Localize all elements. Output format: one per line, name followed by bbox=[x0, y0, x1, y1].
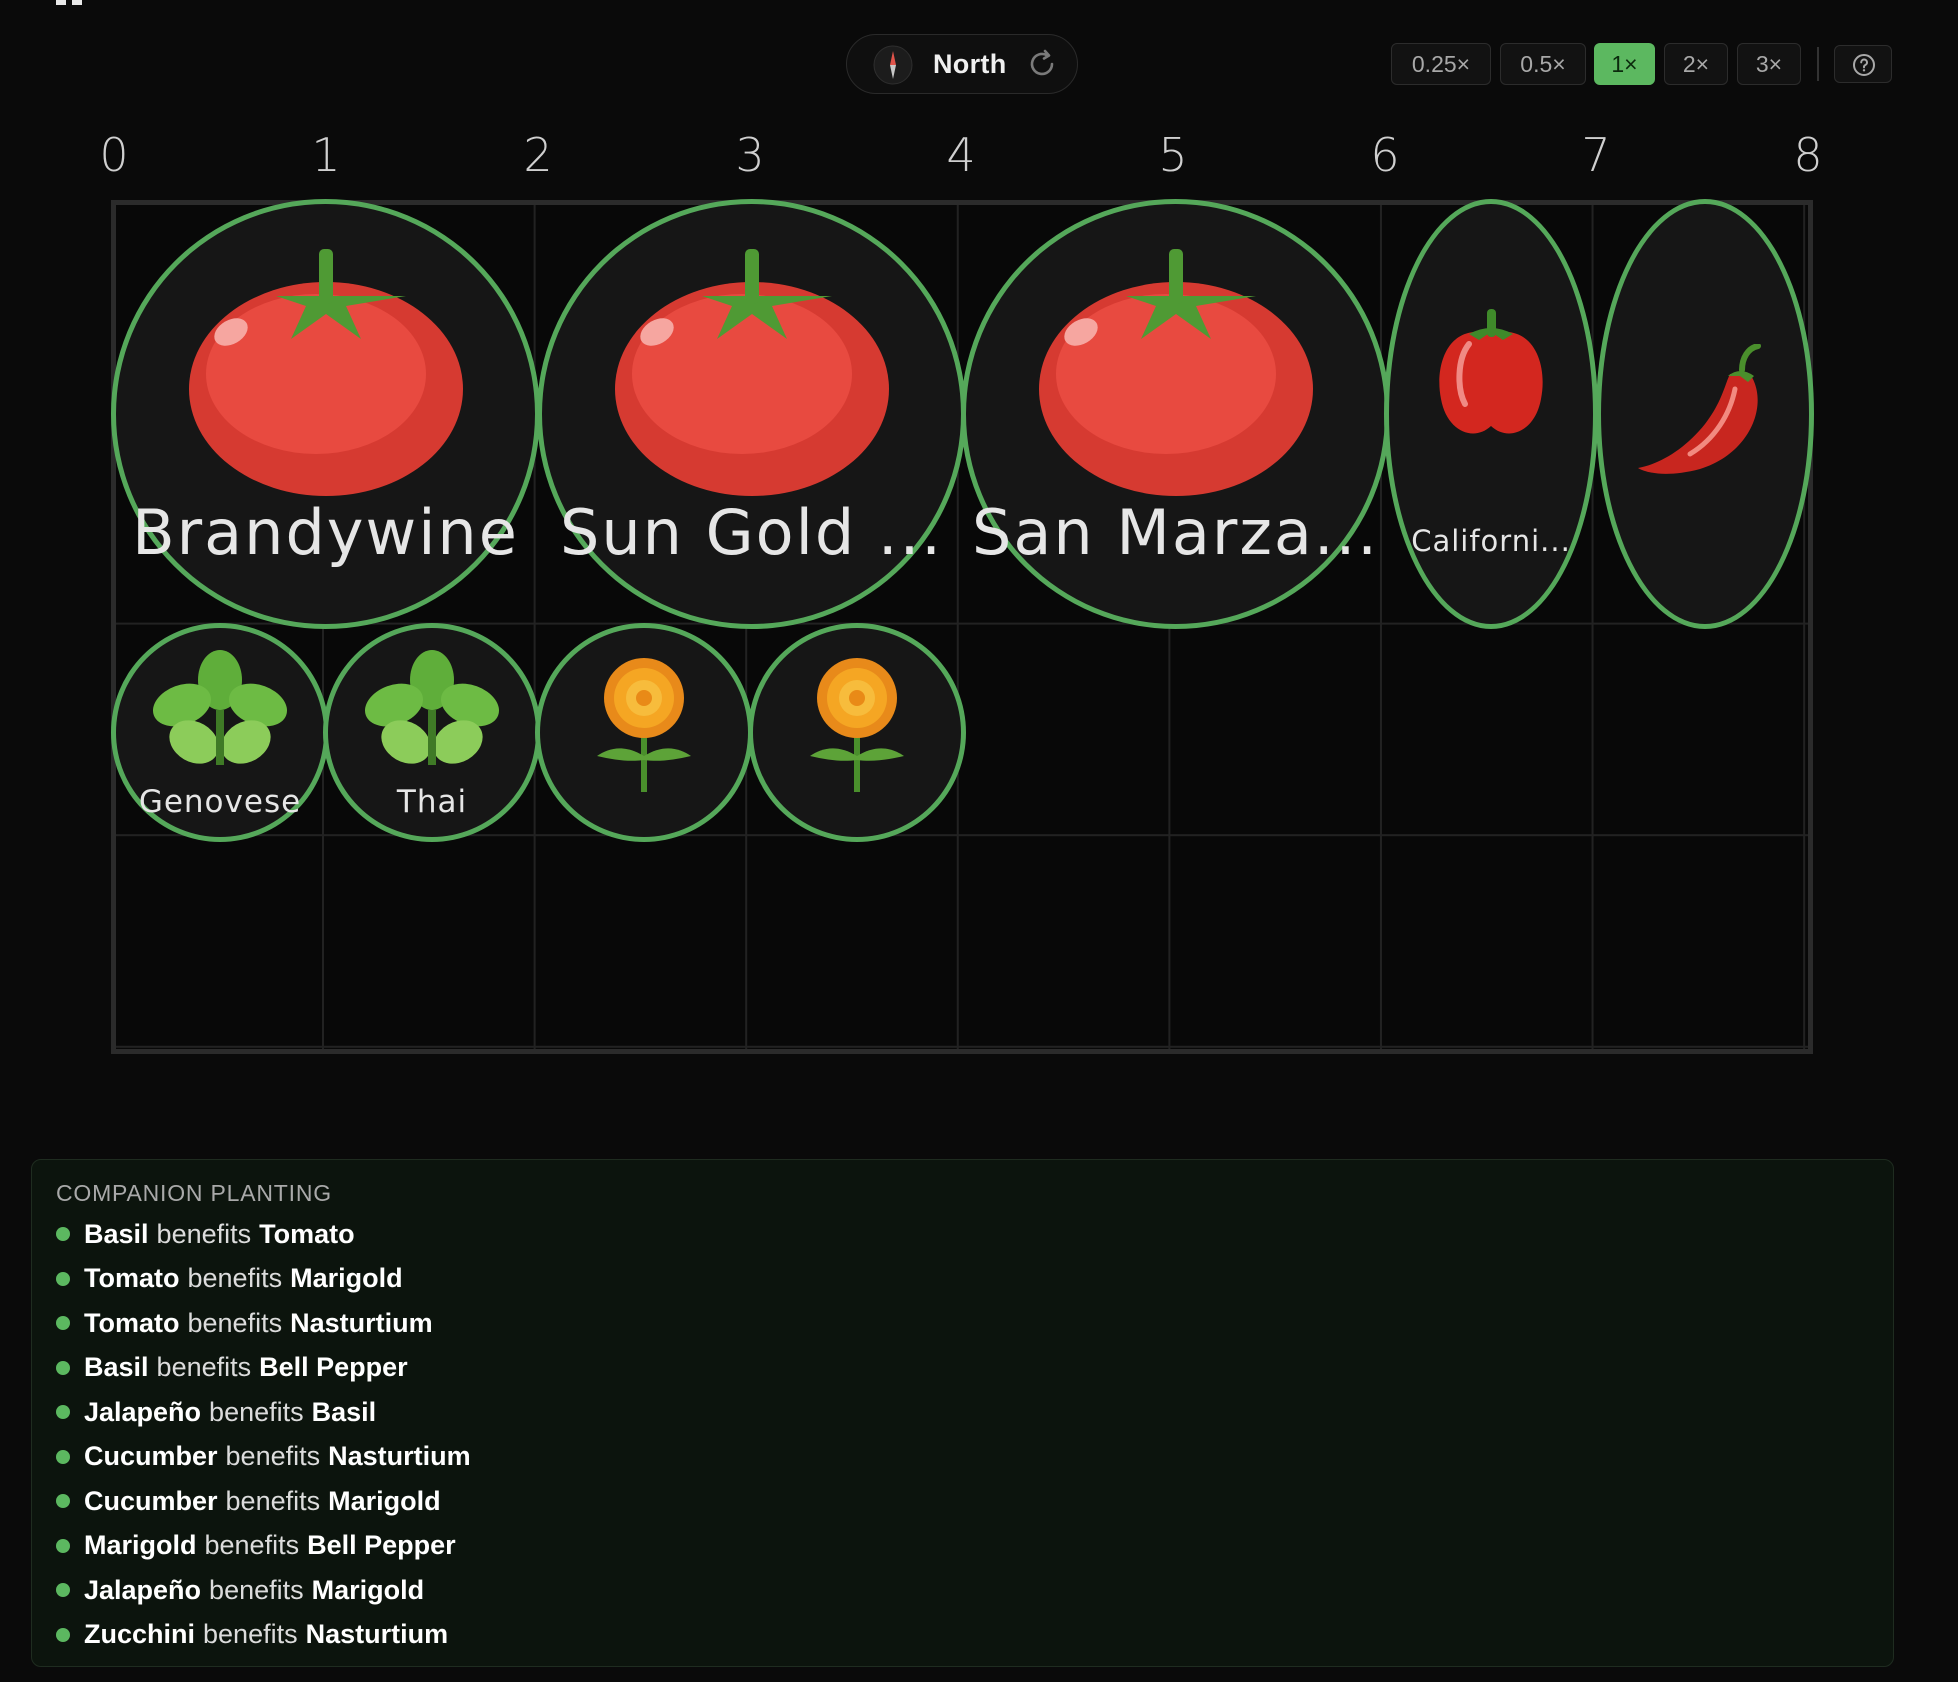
status-dot-icon bbox=[56, 1405, 70, 1420]
benefactor-plant: Marigold bbox=[84, 1530, 197, 1561]
relation-verb: benefits bbox=[203, 1619, 298, 1650]
beneficiary-plant: Nasturtium bbox=[305, 1619, 449, 1650]
plant-thai-basil[interactable]: Thai bbox=[323, 623, 541, 842]
status-dot-icon bbox=[56, 1316, 70, 1331]
status-dot-icon bbox=[56, 1227, 70, 1242]
basil-icon bbox=[364, 650, 500, 765]
beneficiary-plant: Bell Pepper bbox=[259, 1352, 408, 1383]
plant-california-wonder[interactable]: Californi... bbox=[1384, 199, 1598, 629]
plant-label: Californi... bbox=[1411, 524, 1571, 558]
benefactor-plant: Jalapeño bbox=[84, 1396, 202, 1427]
plant-label: Genovese bbox=[138, 784, 302, 820]
beneficiary-plant: Nasturtium bbox=[328, 1441, 471, 1472]
rotate-icon[interactable] bbox=[1025, 47, 1059, 81]
ruler-tick: 1 bbox=[311, 128, 341, 182]
orientation-label: North bbox=[933, 49, 1007, 79]
status-dot-icon bbox=[56, 1627, 70, 1642]
beneficiary-plant: Bell Pepper bbox=[307, 1530, 456, 1561]
benefactor-plant: Basil bbox=[84, 1352, 149, 1383]
plant-sun-gold[interactable]: Sun Gold ... bbox=[537, 199, 966, 629]
companion-item: Zucchini benefits Nasturtium bbox=[56, 1613, 471, 1658]
ruler-tick: 3 bbox=[735, 128, 765, 182]
ruler-tick: 0 bbox=[99, 128, 129, 182]
relation-verb: benefits bbox=[225, 1485, 321, 1516]
marigold-icon bbox=[810, 658, 904, 792]
plant-label: Thai bbox=[396, 784, 468, 820]
companion-panel-title: COMPANION PLANTING bbox=[56, 1180, 332, 1206]
plant-jalapeno[interactable] bbox=[1596, 199, 1814, 629]
basil-icon bbox=[152, 650, 288, 765]
beneficiary-plant: Nasturtium bbox=[290, 1307, 433, 1338]
companion-item: Tomato benefits Nasturtium bbox=[56, 1301, 471, 1346]
status-dot-icon bbox=[56, 1538, 70, 1553]
companion-item: Jalapeño benefits Marigold bbox=[56, 1568, 471, 1613]
zoom-1-button[interactable]: 1× bbox=[1594, 43, 1655, 85]
ruler-tick: 2 bbox=[523, 128, 553, 182]
plant-label: Brandywine bbox=[132, 496, 519, 569]
ruler-tick: 4 bbox=[946, 128, 976, 182]
relation-verb: benefits bbox=[156, 1218, 252, 1249]
relation-verb: benefits bbox=[225, 1441, 321, 1472]
zoom-0.5-button[interactable]: 0.5× bbox=[1500, 43, 1586, 85]
relation-verb: benefits bbox=[156, 1352, 252, 1383]
companion-item: Tomato benefits Marigold bbox=[56, 1257, 471, 1302]
companion-item: Cucumber benefits Marigold bbox=[56, 1479, 471, 1524]
tomato-icon bbox=[1038, 249, 1313, 496]
companion-planting-panel: COMPANION PLANTING Basil benefits Tomato T… bbox=[31, 1159, 1894, 1667]
benefactor-plant: Tomato bbox=[84, 1307, 180, 1338]
benefactor-plant: Cucumber bbox=[84, 1485, 218, 1516]
benefactor-plant: Basil bbox=[84, 1218, 149, 1249]
relation-verb: benefits bbox=[209, 1396, 304, 1427]
companion-item: Cucumber benefits Nasturtium bbox=[56, 1435, 471, 1480]
benefactor-plant: Tomato bbox=[84, 1263, 180, 1294]
plant-san-marzano[interactable]: San Marza... bbox=[961, 199, 1390, 629]
plant-genovese[interactable]: Genovese bbox=[111, 623, 329, 842]
beneficiary-plant: Basil bbox=[311, 1396, 377, 1427]
plant-brandywine[interactable]: Brandywine bbox=[111, 199, 540, 629]
ruler-tick: 7 bbox=[1581, 128, 1611, 182]
zoom-3-button[interactable]: 3× bbox=[1737, 43, 1801, 85]
companion-list: Basil benefits Tomato Tomato benefits Marigo… bbox=[56, 1212, 471, 1657]
help-button[interactable] bbox=[1834, 45, 1892, 83]
tomato-icon bbox=[188, 249, 463, 496]
plant-marigold[interactable] bbox=[535, 623, 753, 842]
status-dot-icon bbox=[56, 1449, 70, 1464]
relation-verb: benefits bbox=[187, 1263, 283, 1294]
tomato-icon bbox=[614, 249, 889, 496]
ruler-tick: 6 bbox=[1370, 128, 1400, 182]
beneficiary-plant: Tomato bbox=[259, 1218, 355, 1249]
plant-label: San Marza... bbox=[972, 496, 1379, 569]
chili-pepper-icon bbox=[1638, 344, 1761, 474]
companion-item: Basil benefits Bell Pepper bbox=[56, 1346, 471, 1391]
compass-icon bbox=[873, 45, 913, 85]
relation-verb: benefits bbox=[187, 1307, 283, 1338]
help-icon bbox=[1853, 54, 1875, 76]
companion-item: Basil benefits Tomato bbox=[56, 1212, 471, 1257]
status-dot-icon bbox=[56, 1583, 70, 1598]
beneficiary-plant: Marigold bbox=[311, 1574, 425, 1605]
relation-verb: benefits bbox=[209, 1574, 304, 1605]
relation-verb: benefits bbox=[204, 1530, 300, 1561]
status-dot-icon bbox=[56, 1494, 70, 1509]
status-dot-icon bbox=[56, 1271, 70, 1286]
plant-marigold[interactable] bbox=[748, 623, 966, 842]
benefactor-plant: Cucumber bbox=[84, 1441, 218, 1472]
zoom-2-button[interactable]: 2× bbox=[1664, 43, 1728, 85]
toolbar-divider bbox=[1817, 47, 1819, 81]
marigold-icon bbox=[597, 658, 691, 792]
zoom-0.25-button[interactable]: 0.25× bbox=[1391, 43, 1491, 85]
ruler-tick: 8 bbox=[1793, 128, 1823, 182]
benefactor-plant: Zucchini bbox=[84, 1619, 196, 1650]
companion-item: Jalapeño benefits Basil bbox=[56, 1390, 471, 1435]
clipped-heading-fragment bbox=[56, 0, 82, 5]
ruler-tick: 5 bbox=[1158, 128, 1188, 182]
bell-pepper-icon bbox=[1439, 309, 1543, 434]
orientation-control: North bbox=[846, 34, 1078, 94]
benefactor-plant: Jalapeño bbox=[84, 1574, 202, 1605]
beneficiary-plant: Marigold bbox=[328, 1485, 441, 1516]
companion-item: Marigold benefits Bell Pepper bbox=[56, 1524, 471, 1569]
plant-label: Sun Gold ... bbox=[559, 496, 944, 569]
status-dot-icon bbox=[56, 1360, 70, 1375]
beneficiary-plant: Marigold bbox=[290, 1263, 403, 1294]
